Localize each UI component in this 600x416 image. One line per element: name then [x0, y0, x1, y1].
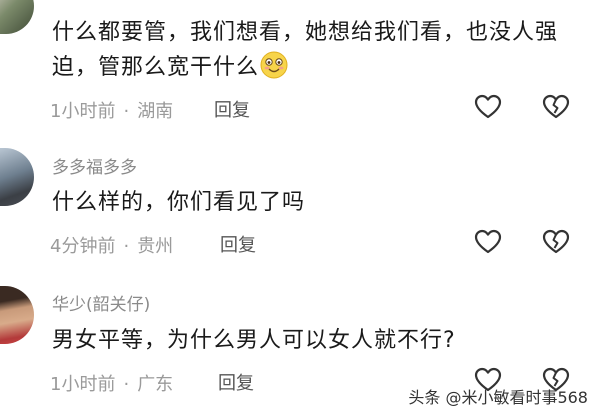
avatar[interactable] [0, 0, 34, 34]
watermark: 头条 @米小敏看时事568 [408, 388, 588, 407]
comment-time: 1小时前 [50, 374, 116, 395]
comment-username[interactable]: 多多福多多 [52, 153, 137, 178]
reply-button[interactable]: 回复 [214, 96, 250, 122]
comment-time: 4分钟前 [50, 236, 116, 257]
comment-location: 湖南 [137, 101, 174, 122]
meta-separator: · [123, 101, 130, 122]
like-heart-icon[interactable] [474, 229, 502, 255]
comment-username[interactable]: 华少(韶关仔) [52, 290, 150, 315]
dislike-broken-heart-icon[interactable] [542, 229, 570, 255]
meta-separator: · [123, 374, 130, 395]
avatar[interactable] [0, 148, 34, 206]
comment-meta: 4分钟前 · 贵州 [50, 232, 173, 258]
comment-time: 1小时前 [50, 101, 116, 122]
meta-separator: · [123, 236, 130, 257]
comment-location: 广东 [137, 374, 174, 395]
reply-button[interactable]: 回复 [218, 369, 254, 395]
smiling-face-emoji-icon [260, 51, 288, 79]
comment-meta: 1小时前 · 湖南 [50, 97, 173, 123]
reply-button[interactable]: 回复 [220, 231, 256, 257]
comment-location: 贵州 [137, 236, 174, 257]
like-heart-icon[interactable] [474, 94, 502, 120]
comment-text: 什么都要管，我们想看，她想给我们看，也没人强迫，管那么宽干什么 [52, 20, 559, 80]
comment-text: 什么样的，你们看见了吗 [52, 190, 306, 215]
comment-meta: 1小时前 · 广东 [50, 370, 173, 396]
comment-text: 男女平等，为什么男人可以女人就不行? [52, 328, 456, 353]
avatar[interactable] [0, 286, 34, 344]
dislike-broken-heart-icon[interactable] [542, 94, 570, 120]
